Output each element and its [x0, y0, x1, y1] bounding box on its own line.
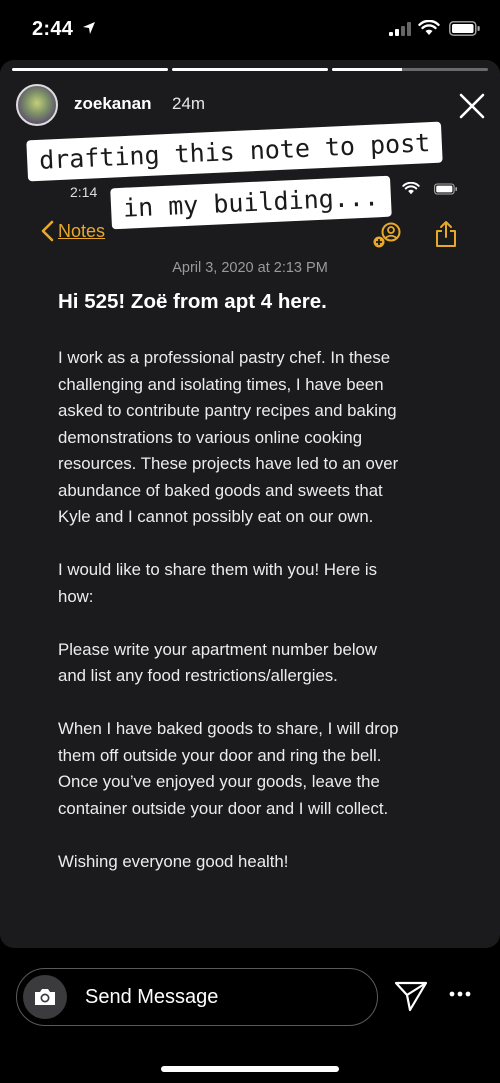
status-time: 2:44	[32, 18, 74, 40]
note-body: I work as a professional pastry chef. In…	[58, 345, 458, 902]
note-paragraph: Please write your apartment number below…	[58, 639, 377, 686]
inner-battery-icon	[434, 183, 458, 195]
cell-signal-icon	[389, 22, 411, 36]
note-title: Hi 525! Zoë from apt 4 here.	[58, 290, 327, 313]
send-message-field[interactable]: Send Message	[16, 968, 378, 1026]
caption-sticker: drafting this note to post	[26, 121, 444, 182]
note-paragraph: When I have baked goods to share, I will…	[58, 719, 399, 818]
home-indicator[interactable]	[161, 1066, 339, 1072]
chevron-left-icon	[41, 220, 54, 242]
progress-fill	[12, 68, 168, 71]
camera-button[interactable]	[23, 975, 67, 1019]
share-icon[interactable]	[434, 220, 458, 248]
inner-wifi-icon	[402, 182, 420, 195]
post-time: 24m	[172, 94, 206, 113]
note-paragraph: Wishing everyone good health!	[58, 851, 289, 871]
username[interactable]: zoekanan	[74, 94, 151, 114]
status-bar: 2:44	[0, 0, 500, 62]
camera-icon	[35, 989, 55, 1005]
story-card[interactable]: zoekanan 24m 2:14 Notes April 3, 2020 at…	[0, 60, 500, 948]
notes-back-button[interactable]: Notes	[40, 220, 105, 242]
note-paragraph: I work as a professional pastry chef. In…	[58, 348, 399, 526]
progress-segment	[332, 68, 488, 71]
caption-sticker: in my building...	[110, 175, 392, 230]
location-arrow-icon	[83, 22, 95, 34]
add-person-icon[interactable]	[372, 222, 404, 250]
avatar[interactable]	[16, 84, 58, 126]
inner-status-time: 2:14	[70, 184, 98, 200]
battery-icon	[449, 21, 480, 36]
progress-segment	[172, 68, 328, 71]
progress-segment	[12, 68, 168, 71]
progress-fill	[172, 68, 328, 71]
send-icon[interactable]	[394, 980, 428, 1012]
story-progress	[12, 68, 488, 71]
progress-fill	[332, 68, 403, 71]
note-date: April 3, 2020 at 2:13 PM	[172, 260, 328, 276]
more-options-icon[interactable]	[449, 990, 471, 998]
close-icon[interactable]	[456, 90, 488, 122]
back-label: Notes	[58, 220, 106, 241]
wifi-icon	[418, 20, 440, 35]
note-paragraph: I would like to share them with you! Her…	[58, 560, 377, 606]
message-placeholder: Send Message	[85, 986, 219, 1008]
